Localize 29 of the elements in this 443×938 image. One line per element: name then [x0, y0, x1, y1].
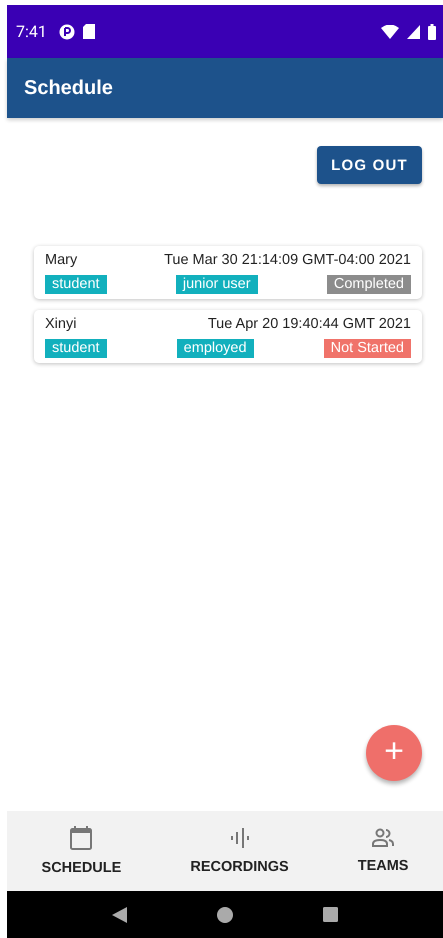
signal-icon: [407, 24, 420, 38]
level-tag: employed: [176, 339, 254, 358]
session-date: Tue Mar 30 21:14:09 GMT-04:00 2021: [164, 252, 411, 268]
role-tag: student: [45, 275, 107, 294]
session-card[interactable]: Mary Tue Mar 30 21:14:09 GMT-04:00 2021 student junior user Completed: [34, 246, 422, 299]
recents-icon[interactable]: [323, 907, 338, 922]
status-tag: Completed: [326, 275, 411, 294]
level-tag: junior user: [176, 275, 258, 294]
session-date: Tue Apr 20 19:40:44 GMT 2021: [208, 316, 411, 332]
person-name: Mary: [45, 252, 78, 268]
sound-wave-icon: [228, 827, 250, 849]
wifi-icon: [381, 24, 399, 38]
person-name: Xinyi: [45, 316, 76, 332]
role-tag: student: [45, 339, 107, 358]
nav-tab[interactable]: RECORDINGS: [190, 823, 289, 879]
home-icon[interactable]: [217, 906, 234, 922]
back-icon[interactable]: [112, 906, 128, 922]
logout-button[interactable]: LOG OUT: [317, 146, 422, 184]
nav-tab[interactable]: TEAMS: [358, 824, 408, 878]
people-icon: [372, 828, 394, 848]
calendar-icon: [70, 826, 92, 850]
app-badge-icon: [58, 24, 75, 40]
session-card[interactable]: Xinyi Tue Apr 20 19:40:44 GMT 2021 student employed Not Started: [34, 310, 422, 363]
clock-time: 7:41: [16, 22, 47, 41]
status-tag: Not Started: [324, 339, 411, 358]
battery-icon: [428, 24, 436, 40]
nav-tab[interactable]: SCHEDULE: [42, 822, 122, 880]
sd-card-icon: [82, 24, 95, 39]
screen-title: Schedule: [24, 76, 113, 100]
